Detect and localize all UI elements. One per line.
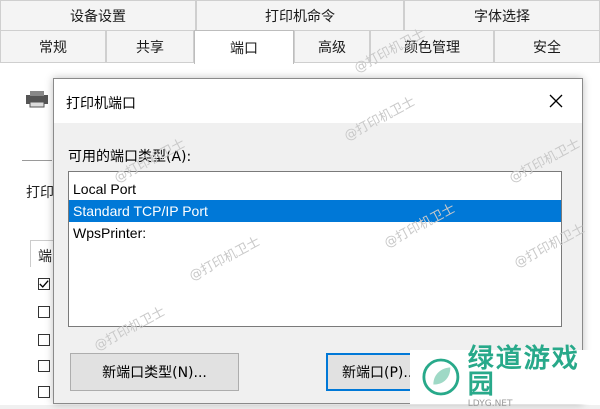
logo-subtext: LDYG.NET — [467, 398, 513, 409]
close-icon — [549, 94, 563, 108]
tab-row-bottom: 常规 共享 端口 高级 颜色管理 安全 — [0, 30, 600, 64]
close-button[interactable] — [544, 89, 568, 113]
tab-sharing[interactable]: 共享 — [106, 30, 194, 62]
list-item-standard-tcpip-port[interactable]: Standard TCP/IP Port — [69, 200, 561, 222]
background-column-header: 端 — [38, 249, 52, 265]
tab-printer-commands[interactable]: 打印机命令 — [196, 0, 404, 30]
list-item-local-port[interactable]: Local Port — [69, 178, 561, 200]
tab-ports[interactable]: 端口 — [194, 30, 294, 64]
dialog-titlebar[interactable]: 打印机端口 — [54, 79, 582, 123]
logo-name: 绿道游戏园 — [467, 343, 580, 400]
port-checkbox[interactable] — [38, 334, 50, 346]
checkmark-icon — [39, 280, 49, 288]
tab-device-settings[interactable]: 设备设置 — [0, 0, 196, 30]
printer-icon — [26, 91, 48, 108]
port-types-list[interactable]: Local Port Standard TCP/IP Port WpsPrint… — [68, 171, 562, 327]
new-port-type-button[interactable]: 新端口类型(N)... — [70, 353, 239, 391]
port-checkbox-checked[interactable] — [38, 278, 50, 290]
tab-security[interactable]: 安全 — [494, 30, 600, 62]
dialog-title: 打印机端口 — [66, 96, 136, 112]
tab-font-selection[interactable]: 字体选择 — [404, 0, 600, 30]
port-checkbox[interactable] — [38, 360, 50, 372]
tab-general[interactable]: 常规 — [0, 30, 106, 62]
site-logo: 绿道游戏园 LDYG.NET — [410, 346, 600, 408]
background-divider — [22, 160, 52, 161]
port-checkbox[interactable] — [38, 306, 50, 318]
leaf-logo-icon — [422, 358, 460, 396]
tab-advanced[interactable]: 高级 — [294, 30, 370, 62]
available-port-types-label: 可用的端口类型(A): — [68, 149, 192, 165]
background-print-label: 打印 — [26, 185, 54, 201]
list-item-wpsprinter[interactable]: WpsPrinter: — [69, 222, 561, 244]
tab-row-top: 设备设置 打印机命令 字体选择 — [0, 0, 600, 30]
port-checkbox[interactable] — [38, 386, 50, 398]
tab-color-management[interactable]: 颜色管理 — [370, 30, 494, 62]
